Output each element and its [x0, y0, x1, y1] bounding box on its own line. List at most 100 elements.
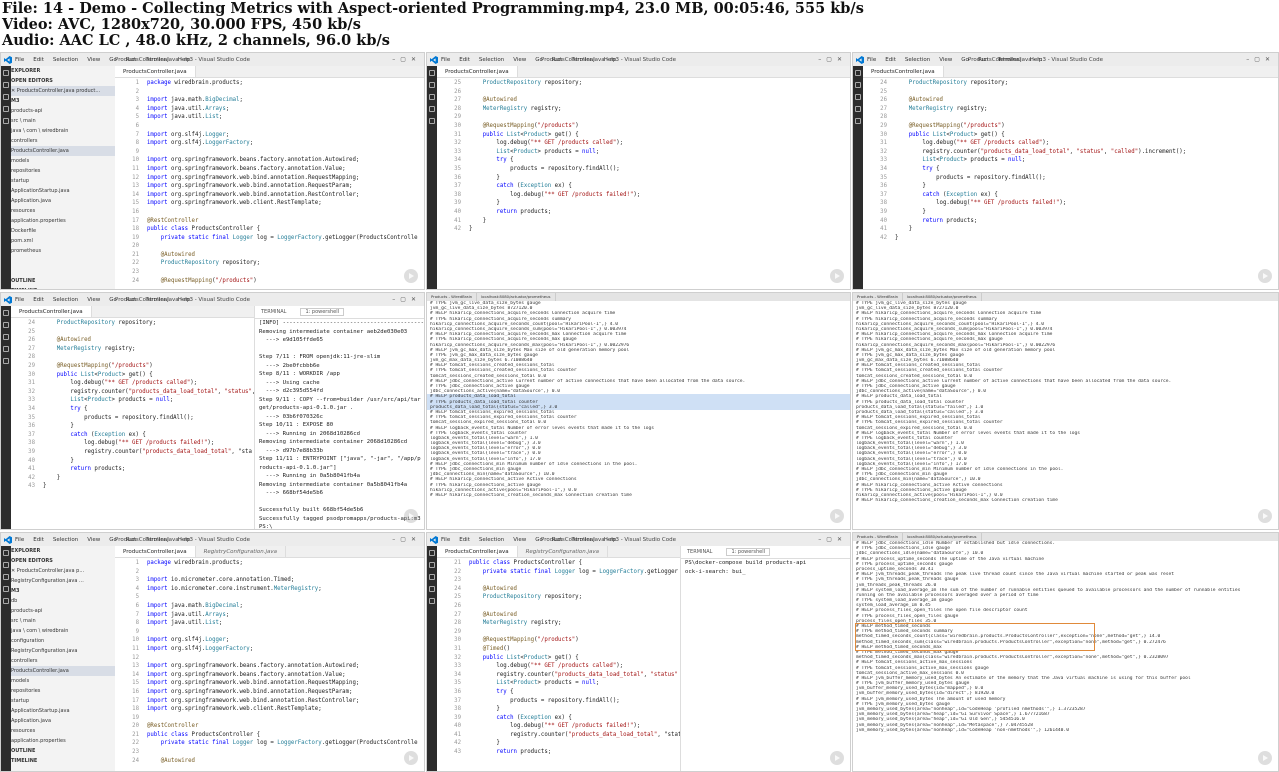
- activity-icon[interactable]: [429, 586, 435, 592]
- activity-icon[interactable]: [429, 106, 435, 112]
- window-controls[interactable]: –▢✕: [818, 56, 847, 63]
- activity-icon[interactable]: [429, 550, 435, 556]
- activity-icon[interactable]: [3, 574, 9, 580]
- window-controls[interactable]: –▢✕: [392, 536, 421, 543]
- activity-icon[interactable]: [3, 106, 9, 112]
- browser-tab[interactable]: localhost:8080/actuator/prometheus: [477, 293, 556, 301]
- video-play-button[interactable]: [404, 269, 418, 283]
- explorer-item[interactable]: application.properties: [11, 736, 115, 746]
- explorer-item[interactable]: resources: [11, 726, 115, 736]
- activity-icon[interactable]: [429, 598, 435, 604]
- explorer-item[interactable]: RegistryConfiguration.java: [11, 646, 115, 656]
- browser-tab[interactable]: Products - WiredBrain: [853, 533, 904, 541]
- explorer-item[interactable]: startup: [11, 696, 115, 706]
- video-play-button[interactable]: [1258, 509, 1272, 523]
- activity-icon[interactable]: [3, 550, 9, 556]
- explorer-item[interactable]: models: [11, 676, 115, 686]
- activity-icon[interactable]: [3, 334, 9, 340]
- activity-icon[interactable]: [3, 82, 9, 88]
- explorer-item[interactable]: resources: [11, 206, 115, 216]
- explorer-item[interactable]: Application.java: [11, 716, 115, 726]
- explorer-item[interactable]: src \ main: [11, 616, 115, 626]
- explorer-item[interactable]: startup: [11, 176, 115, 186]
- video-play-button[interactable]: [404, 751, 418, 765]
- explorer-item[interactable]: java \ com \ wiredbrain: [11, 626, 115, 636]
- explorer-item[interactable]: EXPLORER: [11, 66, 115, 76]
- tab-controller[interactable]: ProductsController.java: [115, 546, 196, 557]
- browser-tab[interactable]: localhost:8080/actuator/prometheus: [903, 293, 982, 301]
- explorer-item[interactable]: OUTLINE: [11, 276, 115, 286]
- activity-icon[interactable]: [3, 118, 9, 124]
- activity-icon[interactable]: [429, 118, 435, 124]
- activity-icon[interactable]: [855, 118, 861, 124]
- window-controls[interactable]: –▢✕: [392, 296, 421, 303]
- tab-controller[interactable]: ProductsController.java: [115, 66, 196, 77]
- explorer-item[interactable]: application.properties: [11, 216, 115, 226]
- explorer-item[interactable]: Application.java: [11, 196, 115, 206]
- explorer-item[interactable]: OUTLINE: [11, 746, 115, 756]
- activity-icon[interactable]: [3, 586, 9, 592]
- video-play-button[interactable]: [404, 509, 418, 523]
- video-play-button[interactable]: [1258, 269, 1272, 283]
- window-controls[interactable]: –▢✕: [818, 536, 847, 543]
- tab-registry[interactable]: RegistryConfiguration.java: [518, 546, 609, 557]
- activity-icon[interactable]: [429, 70, 435, 76]
- activity-icon[interactable]: [3, 358, 9, 364]
- video-play-button[interactable]: [830, 269, 844, 283]
- activity-icon[interactable]: [3, 598, 9, 604]
- explorer-item[interactable]: pom.xml: [11, 236, 115, 246]
- explorer-item[interactable]: TIMELINE: [11, 756, 115, 766]
- activity-icon[interactable]: [855, 82, 861, 88]
- terminal-shell-select[interactable]: 1: powershell: [300, 308, 344, 316]
- browser-tab[interactable]: localhost:8080/actuator/prometheus: [903, 533, 982, 541]
- video-play-button[interactable]: [830, 509, 844, 523]
- explorer-item[interactable]: products-api: [11, 606, 115, 616]
- activity-icon[interactable]: [3, 94, 9, 100]
- explorer-item[interactable]: src \ main: [11, 116, 115, 126]
- explorer-item[interactable]: prometheus: [11, 246, 115, 256]
- explorer-item[interactable]: java \ com \ wiredbrain: [11, 126, 115, 136]
- explorer-item[interactable]: configuration: [11, 636, 115, 646]
- terminal-tab-label[interactable]: TERMINAL: [687, 549, 712, 555]
- explorer-item[interactable]: RegistryConfiguration.java ...: [11, 576, 115, 586]
- explorer-item[interactable]: ApplicationStartup.java: [11, 186, 115, 196]
- explorer-item[interactable]: ✕ ProductsController.java p...: [11, 566, 115, 576]
- browser-tab[interactable]: Products - WiredBrain: [427, 293, 478, 301]
- explorer-item[interactable]: M3: [11, 96, 115, 106]
- explorer-item[interactable]: M3: [11, 586, 115, 596]
- window-controls[interactable]: –▢✕: [392, 56, 421, 63]
- terminal-shell-select[interactable]: 1: powershell: [726, 548, 770, 556]
- activity-icon[interactable]: [3, 346, 9, 352]
- activity-icon[interactable]: [429, 82, 435, 88]
- terminal-tab-label[interactable]: TERMINAL: [261, 309, 286, 315]
- explorer-item[interactable]: EXPLORER: [11, 546, 115, 556]
- activity-icon[interactable]: [855, 70, 861, 76]
- activity-icon[interactable]: [429, 574, 435, 580]
- explorer-item[interactable]: [11, 256, 115, 266]
- activity-icon[interactable]: [429, 562, 435, 568]
- activity-icon[interactable]: [3, 562, 9, 568]
- explorer-item[interactable]: TIMELINE: [11, 286, 115, 289]
- explorer-item[interactable]: repositories: [11, 166, 115, 176]
- explorer-item[interactable]: ✕ ProductsController.java product...: [11, 86, 115, 96]
- explorer-item[interactable]: OPEN EDITORS: [11, 556, 115, 566]
- browser-tab[interactable]: Products - WiredBrain: [853, 293, 904, 301]
- video-play-button[interactable]: [1258, 751, 1272, 765]
- explorer-item[interactable]: ApplicationStartup.java: [11, 706, 115, 716]
- tab-controller[interactable]: ProductsController.java: [437, 546, 518, 557]
- explorer-item[interactable]: models: [11, 156, 115, 166]
- activity-icon[interactable]: [855, 106, 861, 112]
- tab-controller[interactable]: ProductsController.java: [437, 66, 518, 77]
- window-controls[interactable]: –▢✕: [1246, 56, 1275, 63]
- explorer-item[interactable]: [11, 266, 115, 276]
- explorer-item[interactable]: ProductsController.java: [11, 666, 115, 676]
- explorer-item[interactable]: Dockerfile: [11, 226, 115, 236]
- activity-icon[interactable]: [3, 322, 9, 328]
- tab-controller[interactable]: ProductsController.java: [11, 306, 92, 317]
- explorer-item[interactable]: products-api: [11, 106, 115, 116]
- tab-registry[interactable]: RegistryConfiguration.java: [196, 546, 287, 557]
- activity-icon[interactable]: [855, 94, 861, 100]
- video-play-button[interactable]: [830, 751, 844, 765]
- explorer-item[interactable]: OPEN EDITORS: [11, 76, 115, 86]
- tab-controller[interactable]: ProductsController.java: [863, 66, 944, 77]
